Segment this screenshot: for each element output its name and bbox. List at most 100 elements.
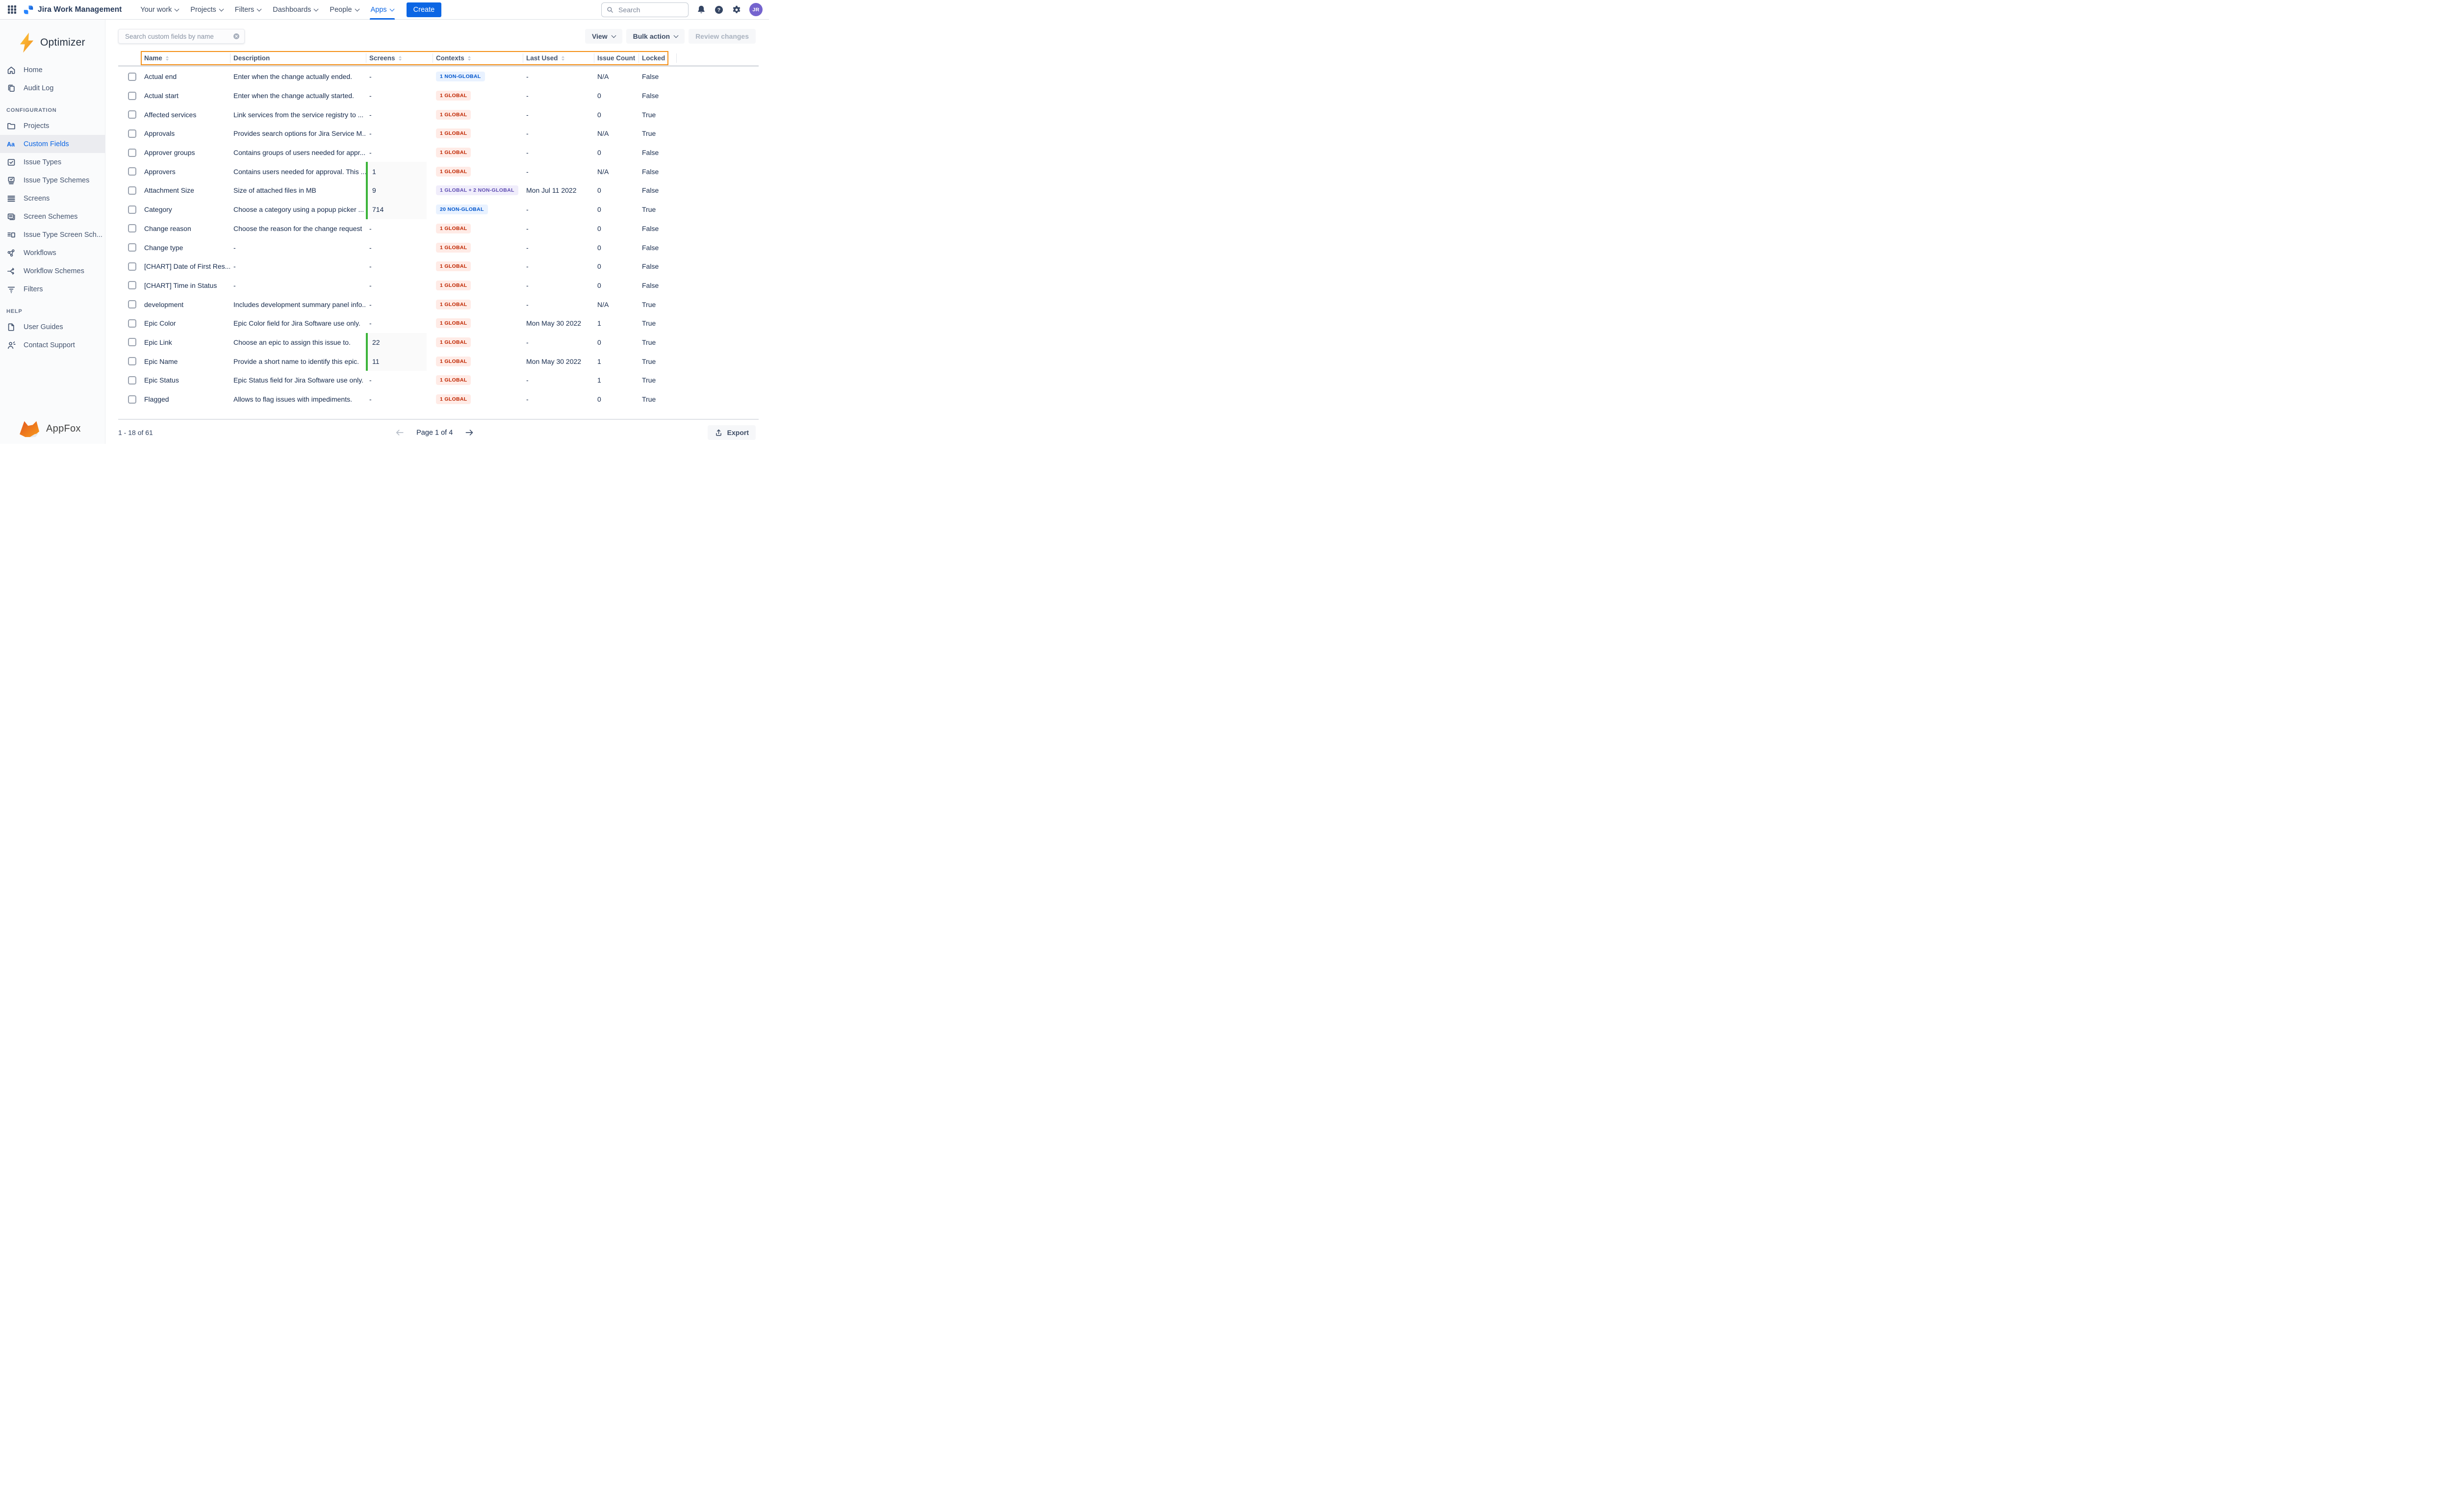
- column-header-screens[interactable]: Screens: [366, 51, 433, 65]
- review-changes-button[interactable]: Review changes: [689, 29, 756, 44]
- global-search-input[interactable]: [617, 5, 684, 14]
- field-name: [CHART] Date of First Res...: [144, 262, 230, 270]
- row-checkbox[interactable]: [128, 262, 136, 271]
- column-header-locked[interactable]: Locked: [639, 51, 677, 65]
- nav-apps[interactable]: Apps: [365, 0, 400, 20]
- row-checkbox[interactable]: [128, 73, 136, 81]
- field-description: Size of attached files in MB: [230, 186, 366, 194]
- sidebar-item-issue-type-screen-schemes[interactable]: Issue Type Screen Sch...: [0, 226, 105, 244]
- sidebar-item-workflows[interactable]: Workflows: [0, 244, 105, 262]
- next-page-arrow-icon[interactable]: [464, 428, 474, 437]
- field-screens: -: [366, 295, 427, 314]
- row-checkbox[interactable]: [128, 376, 136, 384]
- nav-people[interactable]: People: [324, 0, 364, 20]
- row-checkbox[interactable]: [128, 224, 136, 232]
- view-button[interactable]: View: [585, 29, 622, 44]
- row-checkbox[interactable]: [128, 300, 136, 308]
- sidebar-item-filters[interactable]: Filters: [0, 280, 105, 298]
- jira-brand[interactable]: Jira Work Management: [24, 5, 122, 15]
- sidebar-item-screens[interactable]: Screens: [0, 189, 105, 207]
- row-checkbox[interactable]: [128, 338, 136, 346]
- field-last-used: -: [523, 395, 594, 403]
- field-screens: -: [366, 314, 427, 333]
- custom-fields-search-input[interactable]: [124, 32, 232, 41]
- sidebar-item-issue-type-schemes[interactable]: Issue Type Schemes: [0, 171, 105, 189]
- sidebar-item-user-guides[interactable]: User Guides: [0, 318, 105, 336]
- issue-types-icon: [6, 157, 16, 167]
- row-checkbox[interactable]: [128, 110, 136, 119]
- field-last-used: -: [523, 338, 594, 346]
- sidebar-item-issue-types[interactable]: Issue Types: [0, 153, 105, 171]
- field-description: Choose a category using a popup picker .…: [230, 205, 366, 213]
- field-screens: -: [366, 67, 427, 86]
- table-row: development Includes development summary…: [128, 295, 677, 314]
- notifications-bell-icon[interactable]: [696, 5, 706, 15]
- row-checkbox[interactable]: [128, 186, 136, 195]
- row-checkbox[interactable]: [128, 129, 136, 138]
- table-row: Attachment Size Size of attached files i…: [128, 181, 677, 200]
- nav-your-work[interactable]: Your work: [134, 0, 184, 20]
- sidebar-item-screen-schemes[interactable]: Screen Schemes: [0, 207, 105, 226]
- help-icon[interactable]: ?: [714, 5, 724, 15]
- nav-filters[interactable]: Filters: [229, 0, 267, 20]
- row-checkbox[interactable]: [128, 167, 136, 176]
- field-description: Provides search options for Jira Service…: [230, 129, 366, 137]
- sidebar-item-projects[interactable]: Projects: [0, 117, 105, 135]
- prev-page-arrow-icon[interactable]: [395, 428, 405, 437]
- field-locked: True: [639, 129, 677, 137]
- field-screens: 11: [366, 352, 427, 371]
- field-description: -: [230, 262, 366, 270]
- column-header-issue-count[interactable]: Issue Count: [594, 51, 639, 65]
- nav-projects[interactable]: Projects: [184, 0, 229, 20]
- clear-search-icon[interactable]: [232, 32, 240, 40]
- row-checkbox[interactable]: [128, 205, 136, 214]
- column-header-contexts[interactable]: Contexts: [433, 51, 523, 65]
- field-issue-count: 0: [594, 244, 639, 252]
- bulk-action-button[interactable]: Bulk action: [626, 29, 685, 44]
- audit-log-icon: [6, 83, 16, 93]
- column-header-last-used[interactable]: Last Used: [523, 51, 594, 65]
- field-issue-count: 0: [594, 149, 639, 156]
- app-switcher-icon[interactable]: [7, 5, 17, 14]
- field-description: Contains groups of users needed for appr…: [230, 149, 366, 156]
- field-name: Epic Color: [144, 319, 230, 327]
- row-checkbox[interactable]: [128, 395, 136, 404]
- field-locked: True: [639, 205, 677, 213]
- column-header-name[interactable]: Name: [144, 51, 230, 65]
- field-last-used: -: [523, 149, 594, 156]
- chevron-down-icon: [674, 33, 679, 38]
- row-checkbox[interactable]: [128, 357, 136, 365]
- context-badge: 1 GLOBAL: [436, 167, 471, 177]
- sidebar-item-audit-log[interactable]: Audit Log: [0, 79, 105, 97]
- row-checkbox[interactable]: [128, 319, 136, 328]
- field-last-used: -: [523, 129, 594, 137]
- nav-dashboards[interactable]: Dashboards: [267, 0, 324, 20]
- row-checkbox[interactable]: [128, 149, 136, 157]
- field-locked: True: [639, 395, 677, 403]
- field-name: Epic Status: [144, 376, 230, 384]
- sidebar-item-workflow-schemes[interactable]: Workflow Schemes: [0, 262, 105, 280]
- create-button[interactable]: Create: [407, 2, 442, 17]
- export-icon: [715, 429, 723, 437]
- support-person-icon: [6, 340, 16, 350]
- sidebar-item-home[interactable]: Home: [0, 61, 105, 79]
- row-checkbox[interactable]: [128, 92, 136, 100]
- field-locked: False: [639, 186, 677, 194]
- settings-gear-icon[interactable]: [732, 5, 741, 15]
- field-last-used: -: [523, 92, 594, 100]
- sidebar-item-custom-fields[interactable]: Aa Custom Fields: [0, 135, 105, 153]
- field-description: Epic Color field for Jira Software use o…: [230, 319, 366, 327]
- field-locked: False: [639, 225, 677, 232]
- field-screens: -: [366, 143, 427, 162]
- field-last-used: -: [523, 111, 594, 119]
- sidebar-item-contact-support[interactable]: Contact Support: [0, 336, 105, 354]
- footer-divider: [118, 419, 759, 420]
- column-header-description[interactable]: Description: [230, 51, 366, 65]
- row-checkbox[interactable]: [128, 243, 136, 252]
- workflows-icon: [6, 248, 16, 258]
- global-search[interactable]: [601, 2, 689, 17]
- export-button[interactable]: Export: [708, 425, 756, 440]
- avatar[interactable]: JR: [749, 3, 763, 16]
- page-indicator: Page 1 of 4: [416, 429, 453, 436]
- row-checkbox[interactable]: [128, 281, 136, 289]
